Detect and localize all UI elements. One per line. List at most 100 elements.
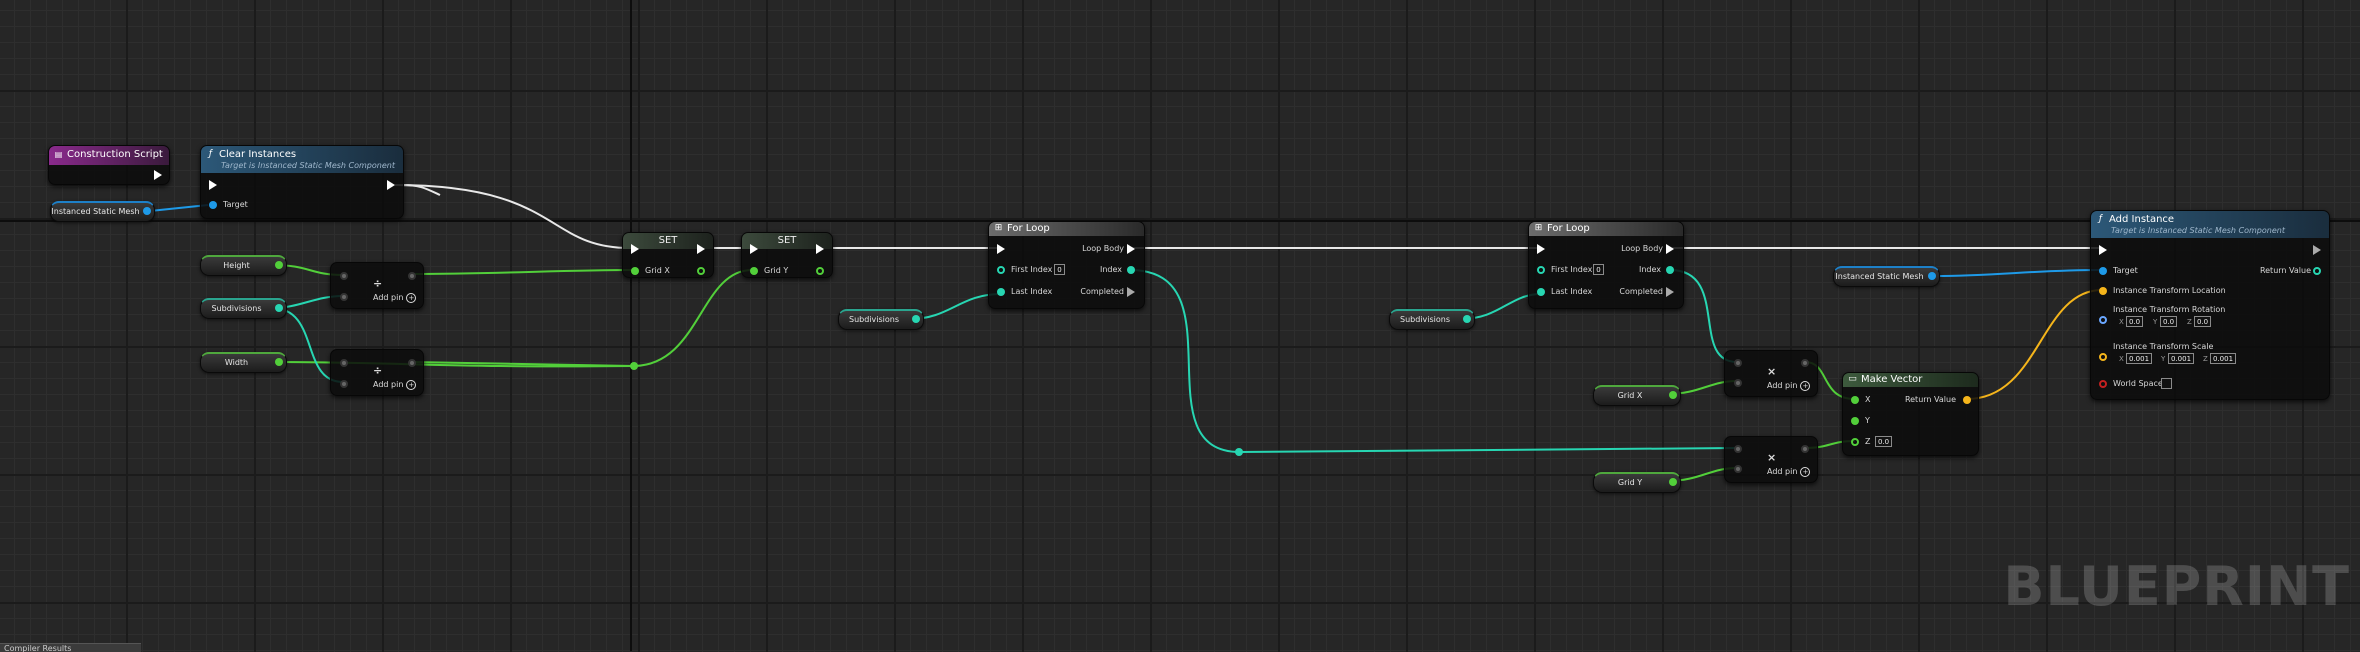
z-pin[interactable]: [1851, 438, 1859, 446]
input-pin-b[interactable]: [340, 293, 348, 301]
output-pin[interactable]: [1801, 445, 1809, 453]
construction-script-node[interactable]: ▤ Construction Script: [48, 145, 170, 185]
return-value-pin[interactable]: [1963, 396, 1971, 404]
float-pin[interactable]: [275, 358, 283, 366]
variable-instanced-static-mesh[interactable]: Instanced Static Mesh: [50, 201, 155, 222]
variable-grid-y[interactable]: Grid Y: [1593, 472, 1681, 493]
rotation-z-field[interactable]: 0.0: [2194, 316, 2212, 327]
macro-icon: ⊞: [994, 223, 1003, 233]
exec-in-pin[interactable]: [1537, 244, 1545, 254]
last-index-pin[interactable]: [1537, 288, 1545, 296]
exec-in-pin[interactable]: [2099, 245, 2107, 255]
world-space-pin[interactable]: [2099, 380, 2107, 388]
divide-node[interactable]: ÷ Add pin +: [330, 349, 424, 396]
int-pin[interactable]: [275, 304, 283, 312]
divide-node[interactable]: ÷ Add pin +: [330, 262, 424, 309]
multiply-node[interactable]: × Add pin +: [1724, 436, 1818, 483]
node-subtitle: Target is Instanced Static Mesh Componen…: [2111, 226, 2285, 235]
int-wire: [1238, 447, 1738, 453]
int-pin[interactable]: [912, 315, 920, 323]
exec-out-pin[interactable]: [387, 180, 395, 190]
variable-instanced-static-mesh[interactable]: Instanced Static Mesh: [1833, 266, 1940, 287]
blueprint-watermark: BLUEPRINT: [2003, 555, 2350, 618]
add-pin-button[interactable]: Add pin +: [1767, 467, 1811, 477]
exec-in-pin[interactable]: [750, 244, 758, 254]
scale-pin[interactable]: [2099, 353, 2107, 361]
int-pin[interactable]: [1463, 315, 1471, 323]
scale-x-field[interactable]: 0.001: [2126, 353, 2153, 364]
input-pin-a[interactable]: [1734, 359, 1742, 367]
object-pin[interactable]: [1928, 272, 1936, 280]
variable-width[interactable]: Width: [200, 352, 287, 373]
output-pin[interactable]: [408, 359, 416, 367]
exec-out-pin[interactable]: [154, 170, 162, 180]
output-pin[interactable]: [697, 267, 705, 275]
first-index-field[interactable]: 0: [1593, 264, 1604, 275]
exec-out-pin[interactable]: [697, 244, 705, 254]
plus-icon: +: [1800, 467, 1811, 477]
location-pin[interactable]: [2099, 287, 2107, 295]
float-pin[interactable]: [275, 261, 283, 269]
set-grid-y-node[interactable]: SET Grid Y: [741, 232, 833, 278]
output-pin[interactable]: [408, 272, 416, 280]
variable-height[interactable]: Height: [200, 255, 287, 276]
completed-pin[interactable]: [1127, 287, 1135, 297]
target-pin[interactable]: [209, 201, 217, 209]
scale-z-field[interactable]: 0.001: [2210, 353, 2237, 364]
input-pin-b[interactable]: [340, 380, 348, 388]
input-pin-b[interactable]: [1734, 379, 1742, 387]
first-index-pin[interactable]: [1537, 266, 1545, 274]
exec-out-pin[interactable]: [2313, 245, 2321, 255]
set-grid-x-node[interactable]: SET Grid X: [622, 232, 714, 278]
index-pin[interactable]: [1127, 266, 1135, 274]
node-title: Construction Script: [67, 149, 163, 160]
first-index-field[interactable]: 0: [1054, 264, 1065, 275]
completed-pin[interactable]: [1666, 287, 1674, 297]
return-value-pin[interactable]: [2313, 267, 2321, 275]
x-pin[interactable]: [1851, 396, 1859, 404]
y-pin[interactable]: [1851, 417, 1859, 425]
exec-in-pin[interactable]: [631, 244, 639, 254]
index-pin[interactable]: [1666, 266, 1674, 274]
variable-grid-x[interactable]: Grid X: [1593, 385, 1681, 406]
exec-in-pin[interactable]: [997, 244, 1005, 254]
loop-body-pin[interactable]: [1127, 244, 1135, 254]
clear-instances-node[interactable]: ƒ Clear Instances Target is Instanced St…: [200, 145, 404, 219]
object-pin[interactable]: [143, 207, 151, 215]
add-instance-node[interactable]: ƒ Add Instance Target is Instanced Stati…: [2090, 210, 2330, 400]
multiply-node[interactable]: × Add pin +: [1724, 350, 1818, 397]
rotation-pin[interactable]: [2099, 316, 2107, 324]
float-pin[interactable]: [1669, 478, 1677, 486]
scale-y-field[interactable]: 0.001: [2168, 353, 2195, 364]
input-pin-a[interactable]: [340, 359, 348, 367]
make-vector-node[interactable]: ▭ Make Vector X Return Value Y Z 0.0: [1842, 372, 1979, 456]
z-field[interactable]: 0.0: [1875, 436, 1893, 447]
exec-out-pin[interactable]: [816, 244, 824, 254]
for-loop-node[interactable]: ⊞ For Loop Loop Body First Index 0 Index…: [1528, 221, 1684, 309]
add-pin-button[interactable]: Add pin +: [373, 380, 417, 390]
float-pin[interactable]: [1669, 391, 1677, 399]
variable-subdivisions[interactable]: Subdivisions: [838, 309, 924, 330]
input-pin-b[interactable]: [1734, 465, 1742, 473]
add-pin-button[interactable]: Add pin +: [373, 293, 417, 303]
output-pin[interactable]: [816, 267, 824, 275]
loop-body-pin[interactable]: [1666, 244, 1674, 254]
target-pin[interactable]: [2099, 267, 2107, 275]
input-pin-a[interactable]: [1734, 445, 1742, 453]
variable-subdivisions[interactable]: Subdivisions: [200, 298, 287, 319]
world-space-checkbox[interactable]: [2161, 378, 2172, 389]
output-pin[interactable]: [1801, 359, 1809, 367]
add-pin-button[interactable]: Add pin +: [1767, 381, 1811, 391]
first-index-pin[interactable]: [997, 266, 1005, 274]
node-title: Clear Instances: [219, 149, 297, 160]
grid-x-pin[interactable]: [631, 267, 639, 275]
rotation-x-field[interactable]: 0.0: [2126, 316, 2144, 327]
for-loop-node[interactable]: ⊞ For Loop Loop Body First Index 0 Index…: [988, 221, 1145, 309]
input-pin-a[interactable]: [340, 272, 348, 280]
exec-in-pin[interactable]: [209, 180, 217, 190]
grid-y-pin[interactable]: [750, 267, 758, 275]
divide-symbol: ÷: [373, 364, 383, 377]
last-index-pin[interactable]: [997, 288, 1005, 296]
rotation-y-field[interactable]: 0.0: [2160, 316, 2178, 327]
variable-subdivisions[interactable]: Subdivisions: [1389, 309, 1475, 330]
